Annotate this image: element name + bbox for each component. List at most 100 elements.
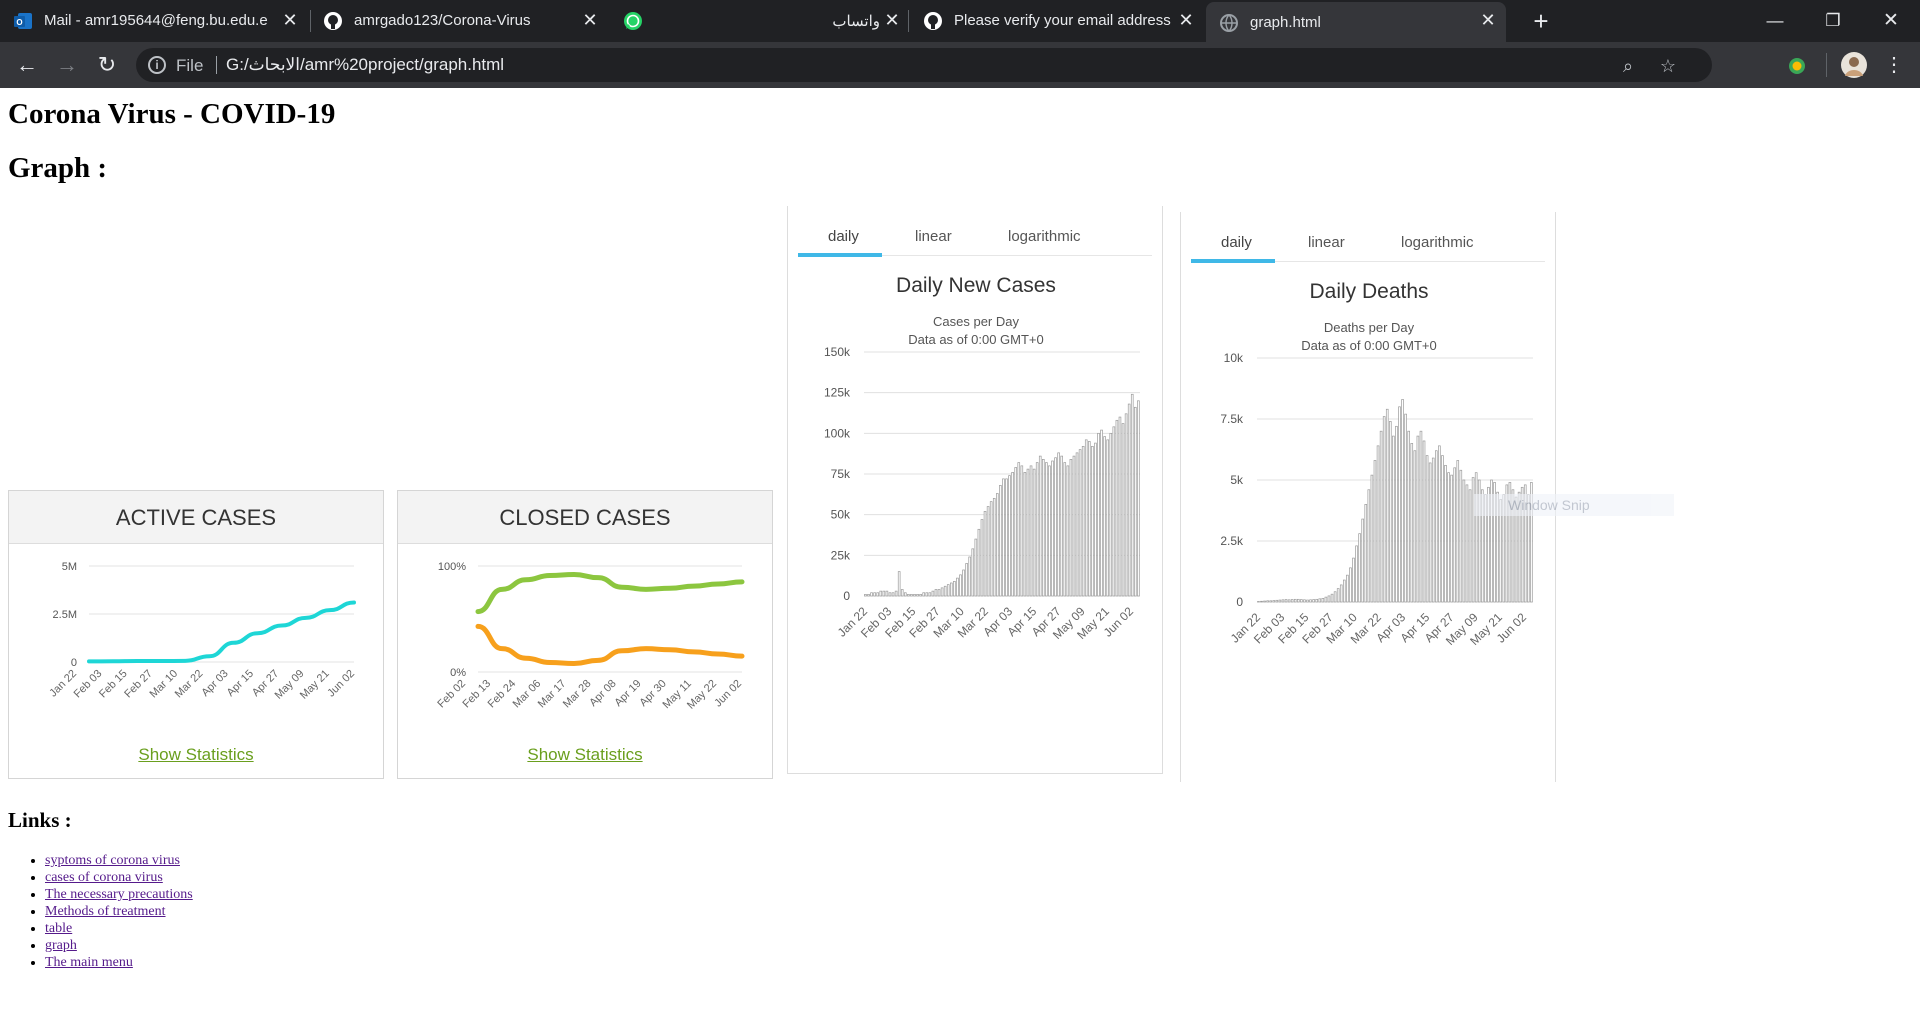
list-item: The necessary precautions — [45, 886, 193, 903]
window-snip-overlay[interactable]: Window Snip — [1474, 494, 1674, 516]
page-title: Corona Virus - COVID-19 — [8, 98, 336, 130]
bar — [1088, 441, 1091, 597]
bar — [1002, 478, 1005, 597]
tab-whatsapp[interactable]: واتساب ✕ — [610, 0, 910, 42]
closed-cases-chart: 0%100%Feb 02Feb 13Feb 24Mar 06Mar 17Mar … — [435, 561, 745, 712]
bookmark-star-icon[interactable]: ☆ — [1658, 56, 1678, 76]
bar — [925, 592, 929, 597]
url-text[interactable]: G:/الابحاث/amr%20project/graph.html — [226, 55, 504, 75]
bar — [1303, 599, 1306, 603]
bar — [946, 584, 950, 597]
links-heading: Links : — [8, 808, 72, 832]
close-icon[interactable]: ✕ — [1176, 10, 1196, 30]
bar — [913, 594, 916, 597]
new-tab-plus-icon[interactable]: + — [1518, 6, 1564, 36]
active-cases-card: ACTIVE CASES 0 2.5M 5M Jan 22 Feb 03 Feb 15 Fe… — [8, 490, 384, 779]
link-precautions[interactable]: The necessary precautions — [45, 887, 193, 902]
bar — [1309, 599, 1312, 603]
tab-title: واتساب — [832, 13, 880, 30]
link-graph[interactable]: graph — [45, 938, 77, 953]
bar — [1124, 413, 1128, 597]
avatar[interactable] — [1840, 51, 1868, 79]
toolbar-divider — [1826, 53, 1827, 77]
bar — [1035, 462, 1039, 597]
bar — [996, 493, 999, 597]
bar — [1121, 423, 1125, 597]
tab-verify-email[interactable]: Please verify your email address ✕ — [910, 0, 1210, 42]
bar — [1115, 419, 1119, 597]
bar — [1468, 489, 1472, 603]
minimize-icon[interactable]: — — [1752, 6, 1798, 36]
show-statistics-link[interactable]: Show Statistics — [398, 745, 772, 765]
bar — [1462, 479, 1466, 603]
reload-icon[interactable]: ↻ — [93, 51, 121, 79]
bar — [870, 592, 873, 597]
forward-arrow-icon[interactable]: → — [53, 51, 81, 79]
bar — [1367, 489, 1371, 603]
back-arrow-icon[interactable]: ← — [13, 51, 41, 79]
link-table[interactable]: table — [45, 921, 72, 936]
bar — [1318, 598, 1322, 603]
github-icon — [924, 12, 942, 30]
link-cases[interactable]: cases of corona virus — [45, 870, 163, 885]
restore-icon[interactable]: ❐ — [1810, 6, 1856, 36]
bar — [1441, 455, 1444, 603]
bar — [956, 577, 959, 597]
link-treatment[interactable]: Methods of treatment — [45, 904, 166, 919]
zoom-icon[interactable]: ⌕ — [1618, 56, 1638, 76]
bar — [953, 581, 956, 597]
link-symptoms[interactable]: syptoms of corona virus — [45, 853, 180, 868]
bar — [1008, 475, 1011, 597]
bar — [959, 574, 962, 597]
tab-mail[interactable]: O Mail - amr195644@feng.bu.edu.e ✕ — [0, 0, 300, 42]
chart-subtitle-date: Data as of 0:00 GMT+0 — [1301, 338, 1436, 353]
x-tick-label: Mar 22 — [173, 668, 206, 701]
info-icon[interactable]: i — [148, 56, 166, 74]
extension-icon[interactable] — [1786, 55, 1808, 77]
tab-graph-html[interactable]: graph.html ✕ — [1206, 2, 1506, 42]
bar — [965, 563, 968, 597]
globe-icon — [1220, 14, 1238, 32]
tab-title: amrgado123/Corona-Virus — [354, 12, 531, 29]
bar — [1435, 450, 1438, 603]
tab-title: Please verify your email address — [954, 12, 1171, 29]
bar — [999, 485, 1002, 597]
bar — [1005, 478, 1008, 597]
address-bar[interactable]: i File G:/الابحاث/amr%20project/graph.ht… — [136, 48, 1712, 82]
bar — [1127, 403, 1131, 597]
list-item: cases of corona virus — [45, 869, 193, 886]
bar — [1343, 579, 1346, 603]
bar — [1051, 460, 1054, 597]
bar — [1361, 518, 1364, 603]
bar — [867, 594, 870, 597]
bar — [962, 569, 965, 597]
y-tick-label: 100% — [438, 561, 466, 573]
tab-github-repo[interactable]: amrgado123/Corona-Virus ✕ — [310, 0, 610, 42]
close-icon[interactable]: ✕ — [882, 10, 902, 30]
menu-dots-icon[interactable]: ⋮ — [1880, 51, 1908, 79]
daily-new-cases-panel: daily linear logarithmic Daily New Cases… — [787, 206, 1163, 774]
link-main-menu[interactable]: The main menu — [45, 955, 133, 970]
list-item: table — [45, 920, 193, 937]
bar — [1355, 545, 1358, 603]
bar — [1465, 484, 1469, 603]
window-close-icon[interactable]: ✕ — [1868, 6, 1914, 36]
closed-cases-card: CLOSED CASES 0% 100% Feb 02 Feb 13 Feb 24 Mar… — [397, 490, 773, 779]
y-tick-label: 125k — [824, 386, 851, 400]
card-title: ACTIVE CASES — [9, 491, 383, 544]
chart-subtitle: Deaths per Day — [1324, 320, 1415, 335]
bar — [919, 594, 922, 597]
bar — [1336, 588, 1340, 603]
bar — [980, 519, 984, 597]
daily-new-cases-chart: Daily New Cases Cases per Day Data as of 0… — [824, 274, 1140, 642]
bar — [1084, 439, 1088, 597]
bar — [897, 571, 901, 597]
bar — [1109, 432, 1113, 597]
list-item: graph — [45, 937, 193, 954]
close-icon[interactable]: ✕ — [280, 10, 300, 30]
chart-title: Daily Deaths — [1309, 280, 1428, 303]
show-statistics-link[interactable]: Show Statistics — [9, 745, 383, 765]
bar — [879, 590, 883, 597]
close-icon[interactable]: ✕ — [1478, 10, 1498, 30]
close-icon[interactable]: ✕ — [580, 10, 600, 30]
